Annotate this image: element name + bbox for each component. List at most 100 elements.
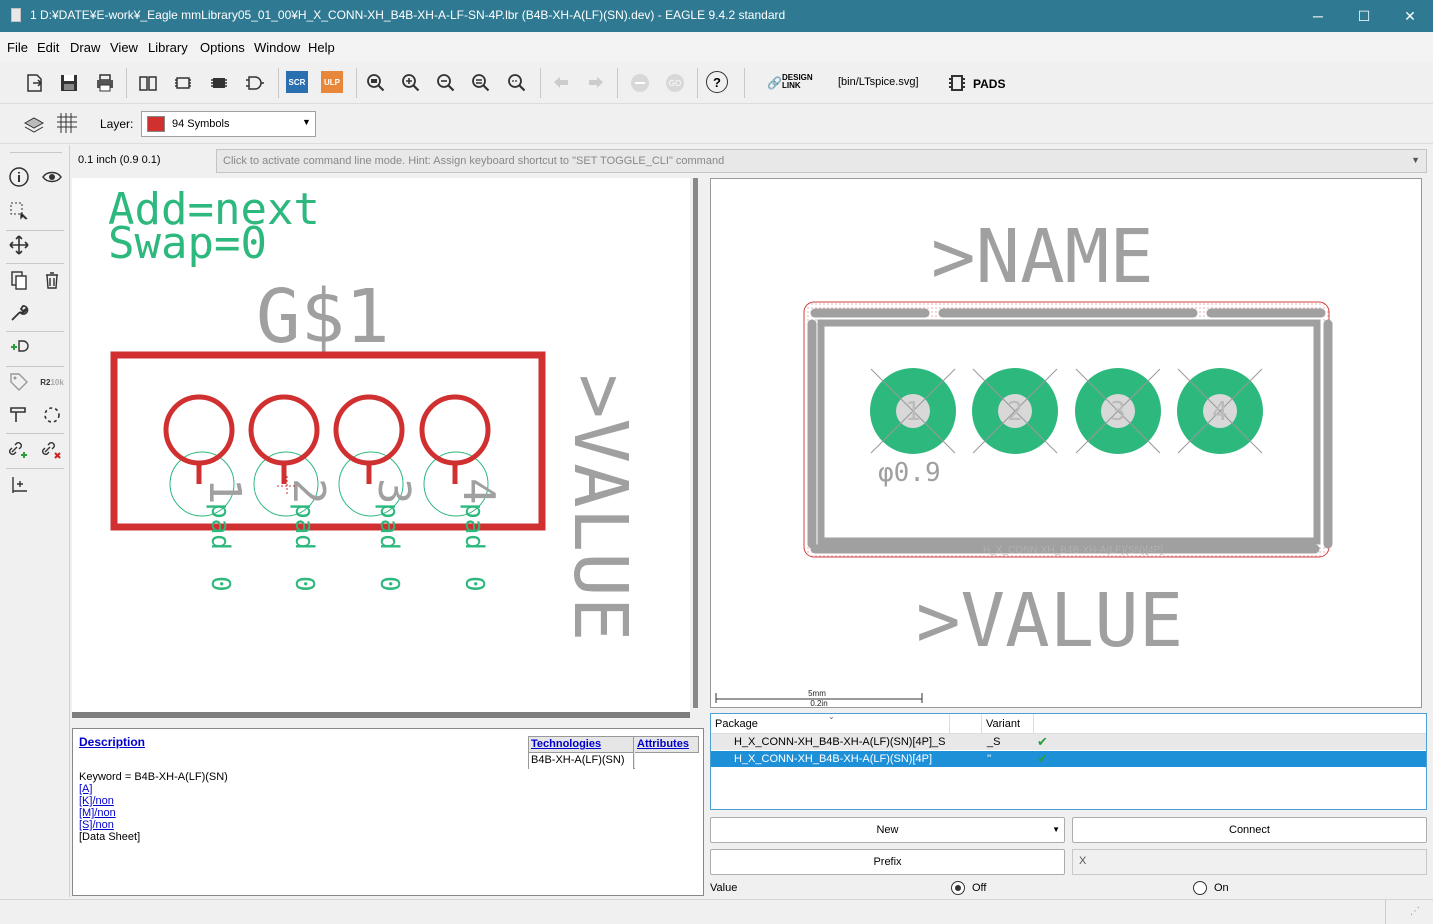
attributes-header[interactable]: Attributes <box>635 737 699 753</box>
link-a[interactable]: [A] <box>79 783 92 795</box>
print-icon[interactable] <box>93 71 117 95</box>
pad-zero-2: 0 <box>289 576 319 592</box>
value-off-radio[interactable] <box>951 881 965 895</box>
smash-icon[interactable] <box>6 402 32 428</box>
rotate-icon[interactable] <box>39 402 65 428</box>
menu-library[interactable]: Library <box>148 40 188 55</box>
show-eye-icon[interactable] <box>39 164 65 190</box>
description-header-link[interactable]: Description <box>79 735 145 749</box>
separator <box>10 152 62 153</box>
stop-icon[interactable] <box>628 71 652 95</box>
device-icon[interactable] <box>207 71 231 95</box>
disconnect-link-icon[interactable] <box>39 437 65 463</box>
minimize-button[interactable]: ─ <box>1295 0 1341 32</box>
dimension-icon[interactable] <box>6 472 32 498</box>
resize-grip-icon[interactable]: ⋰ <box>1410 906 1422 918</box>
connect-button[interactable]: Connect <box>1072 817 1427 843</box>
attribute-cell[interactable] <box>635 753 699 769</box>
package-preview-canvas: >NAME 1 2 3 4 φ0.9 H_X_CONN-XH_B4B-XH-A(… <box>710 178 1422 708</box>
horizontal-scrollbar[interactable] <box>72 712 690 718</box>
link-k[interactable]: [K]/non <box>79 795 114 807</box>
ulp-button[interactable]: ULP <box>321 71 343 93</box>
design-link-button[interactable]: DESIGN LINK <box>782 74 817 90</box>
attributes-link[interactable]: Attributes <box>637 738 689 750</box>
technologies-link[interactable]: Technologies <box>531 738 601 750</box>
command-line-input[interactable]: Click to activate command line mode. Hin… <box>216 149 1427 173</box>
menu-file[interactable]: File <box>7 40 28 55</box>
pin-number-4: 4 <box>453 478 504 505</box>
pad-number-1: 1 <box>905 397 921 427</box>
save-icon[interactable] <box>57 71 81 95</box>
status-divider <box>1385 900 1386 924</box>
maximize-button[interactable]: ☐ <box>1341 0 1387 32</box>
table-row-selected[interactable]: H_X_CONN-XH_B4B-XH-A(LF)(SN)[4P] '' ✔ <box>711 751 1426 767</box>
link-m[interactable]: [M]/non <box>79 807 116 819</box>
add-gate-icon[interactable] <box>6 335 32 361</box>
chevron-down-icon[interactable]: ▼ <box>1411 155 1420 165</box>
open-icon[interactable] <box>23 71 47 95</box>
link-s[interactable]: [S]/non <box>79 819 114 831</box>
datasheet-link[interactable]: [Data Sheet] <box>79 831 140 843</box>
zoom-select-icon[interactable] <box>505 71 529 95</box>
pads-button[interactable]: PADS <box>973 77 1005 91</box>
zoom-in-icon[interactable] <box>399 71 423 95</box>
column-divider <box>949 714 950 734</box>
script-button[interactable]: SCR <box>286 71 308 93</box>
value-on-radio[interactable] <box>1193 881 1207 895</box>
symbol-icon[interactable] <box>243 71 267 95</box>
menu-edit[interactable]: Edit <box>37 40 59 55</box>
variant-cell: _S <box>987 736 1001 748</box>
value-r2-icon[interactable]: R2 10k <box>39 369 65 395</box>
close-button[interactable]: ✕ <box>1387 0 1433 32</box>
symbol-value-text: >VALUE <box>557 374 643 641</box>
command-line-hint: Click to activate command line mode. Hin… <box>223 155 725 167</box>
layer-select[interactable]: 94 Symbols ▼ <box>141 111 316 137</box>
move-icon[interactable] <box>6 232 32 258</box>
prefix-field[interactable]: X <box>1072 849 1427 875</box>
table-row[interactable]: H_X_CONN-XH_B4B-XH-A(LF)(SN)[4P]_S _S ✔ <box>711 734 1426 750</box>
change-wrench-icon[interactable] <box>6 300 32 326</box>
keyword-line: Keyword = B4B-XH-A(LF)(SN) <box>79 771 228 783</box>
layers-icon[interactable] <box>22 111 46 135</box>
prefix-button[interactable]: Prefix <box>710 849 1065 875</box>
ltspice-button[interactable]: [bin/LTspice.svg] <box>838 76 919 88</box>
menu-help[interactable]: Help <box>308 40 335 55</box>
separator <box>126 68 127 98</box>
package-cell: H_X_CONN-XH_B4B-XH-A(LF)(SN)[4P]_S <box>734 736 946 748</box>
zoom-redraw-icon[interactable] <box>469 71 493 95</box>
copy-icon[interactable] <box>6 267 32 293</box>
redo-icon[interactable] <box>584 71 608 95</box>
symbol-editor-canvas[interactable]: Add=next Swap=0 G$1 1 2 3 4 pad pad pad … <box>72 178 690 712</box>
menu-options[interactable]: Options <box>200 40 245 55</box>
menu-draw[interactable]: Draw <box>70 40 100 55</box>
menu-view[interactable]: View <box>110 40 138 55</box>
pad-label-1: pad <box>205 503 235 550</box>
undo-icon[interactable] <box>549 71 573 95</box>
help-icon[interactable]: ? <box>706 71 728 93</box>
library-book-icon[interactable] <box>136 71 160 95</box>
zoom-fit-icon[interactable] <box>364 71 388 95</box>
menu-window[interactable]: Window <box>254 40 300 55</box>
package-variant-table: Package ⌄ Variant H_X_CONN-XH_B4B-XH-A(L… <box>710 712 1427 810</box>
new-button[interactable]: New ▼ <box>710 817 1065 843</box>
value-label: Value <box>710 882 738 894</box>
group-select-icon[interactable] <box>6 198 32 224</box>
zoom-out-icon[interactable] <box>434 71 458 95</box>
column-header-variant[interactable]: Variant <box>986 718 1020 730</box>
vertical-splitter[interactable] <box>693 178 698 708</box>
title-bar: 1 D:¥DATE¥E-work¥_Eagle mmLibrary05_01_0… <box>0 0 1433 32</box>
package-icon[interactable] <box>171 71 195 95</box>
drill-size-text: φ0.9 <box>878 458 941 488</box>
connect-link-icon[interactable] <box>6 437 32 463</box>
grid-icon[interactable] <box>55 111 79 135</box>
technology-cell[interactable]: B4B-XH-A(LF)(SN) <box>529 753 634 769</box>
separator <box>6 230 64 231</box>
layer-label: Layer: <box>100 117 134 131</box>
delete-trash-icon[interactable] <box>39 267 65 293</box>
column-header-package[interactable]: Package <box>715 718 758 730</box>
technologies-header[interactable]: Technologies <box>529 737 634 753</box>
go-icon[interactable]: GO <box>663 71 687 95</box>
info-icon[interactable] <box>6 164 32 190</box>
name-tag-icon[interactable] <box>6 369 32 395</box>
technologies-table: Technologies Attributes B4B-XH-A(LF)(SN) <box>528 736 699 769</box>
